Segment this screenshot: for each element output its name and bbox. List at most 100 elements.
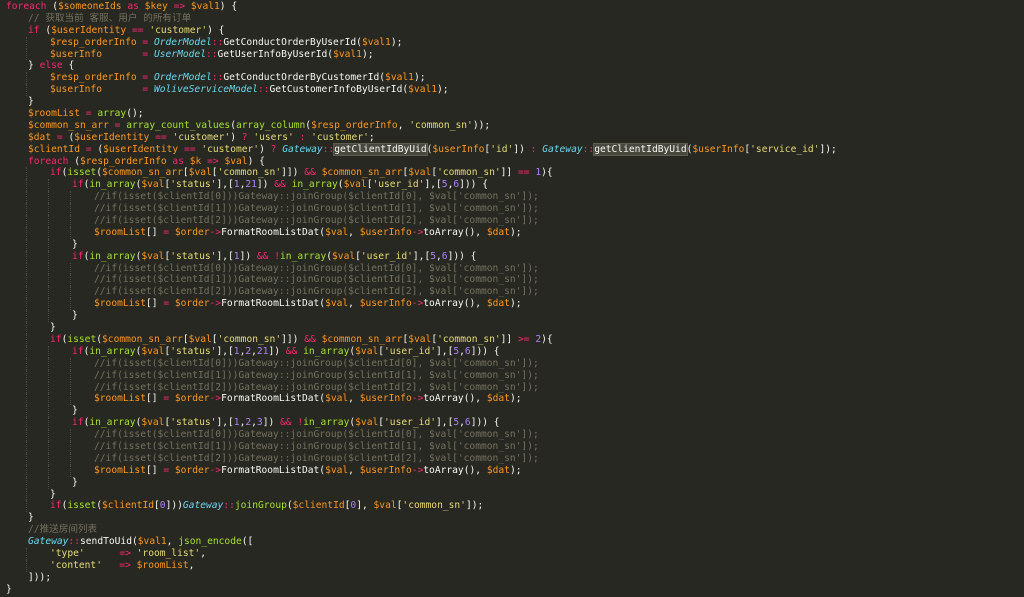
code-token: && xyxy=(304,167,316,179)
code-line[interactable]: $userInfo = WoliveServiceModel::GetCusto… xyxy=(0,84,1024,97)
code-token: $userInfo xyxy=(692,143,745,155)
code-line[interactable]: $userInfo = UserModel::GetUserInfoByUser… xyxy=(0,48,1024,61)
indent-guide xyxy=(26,488,27,501)
code-line[interactable]: foreach ($resp_orderInfo as $k => $val) … xyxy=(0,156,1024,168)
code-line[interactable]: //if(isset($clientId[1]))Gateway::joinGr… xyxy=(0,369,1024,382)
code-line[interactable]: } xyxy=(0,512,1024,524)
code-line[interactable]: $resp_orderInfo = OrderModel::GetConduct… xyxy=(0,36,1024,49)
code-line[interactable]: 'type' => 'room_list', xyxy=(0,547,1024,560)
code-token: $clientId xyxy=(28,143,80,155)
code-line[interactable]: if(isset($common_sn_arr[$val['common_sn'… xyxy=(0,167,1024,180)
code-line[interactable]: foreach ($someoneIds as $key => $val1) { xyxy=(0,1,1024,13)
code-line[interactable]: $roomList[] = $order->FormatRoomListDat(… xyxy=(0,464,1024,477)
code-token: => xyxy=(207,155,219,167)
code-line[interactable]: if(in_array($val['status'],[1,2,3]) && !… xyxy=(0,417,1024,430)
code-line[interactable]: } xyxy=(0,96,1024,108)
code-token: if xyxy=(72,417,84,429)
code-line[interactable]: if(in_array($val['status'],[1,21]) && in… xyxy=(0,179,1024,192)
indent-guide xyxy=(70,274,71,287)
code-line[interactable]: if(isset($clientId[0]))Gateway::joinGrou… xyxy=(0,500,1024,513)
code-line[interactable]: $resp_orderInfo = OrderModel::GetConduct… xyxy=(0,72,1024,85)
code-token: >= xyxy=(517,333,530,345)
code-line[interactable]: //if(isset($clientId[1]))Gateway::joinGr… xyxy=(0,440,1024,453)
code-line[interactable]: if ($userIdentity == 'customer') { xyxy=(0,25,1024,37)
code-token: getClientIdByUid xyxy=(333,142,428,156)
code-token: OrderModel xyxy=(153,72,212,84)
code-line[interactable]: //if(isset($clientId[0]))Gateway::joinGr… xyxy=(0,357,1024,370)
code-line[interactable]: $roomList[] = $order->FormatRoomListDat(… xyxy=(0,393,1024,406)
code-token: WoliveServiceModel xyxy=(153,84,258,96)
code-line[interactable]: if(in_array($val['status'],[1,2,21]) && … xyxy=(0,345,1024,358)
indent-guide xyxy=(48,393,49,406)
code-line[interactable]: //if(isset($clientId[2]))Gateway::joinGr… xyxy=(0,381,1024,394)
code-line[interactable]: //if(isset($clientId[1]))Gateway::joinGr… xyxy=(0,274,1024,287)
code-token: $common_sn_arr xyxy=(102,167,183,179)
code-line[interactable]: } else { xyxy=(0,60,1024,72)
indent-guide xyxy=(70,393,71,406)
code-line[interactable]: //推送房间列表 xyxy=(0,524,1024,536)
code-token: , xyxy=(348,226,360,238)
code-token: //if(isset($clientId[1]))Gateway::joinGr… xyxy=(94,369,539,381)
code-token: :: xyxy=(582,143,595,155)
code-token: && xyxy=(304,333,316,345)
indent-guide xyxy=(70,440,71,453)
indent-guide xyxy=(70,226,71,239)
code-line[interactable]: $common_sn_arr = array_count_values(arra… xyxy=(0,120,1024,132)
code-editor[interactable]: foreach ($someoneIds as $key => $val1) {… xyxy=(0,0,1024,597)
code-token: 'status' xyxy=(170,417,217,429)
code-token: ) xyxy=(259,143,271,155)
code-token: (); xyxy=(126,108,144,120)
code-line[interactable]: //if(isset($clientId[0]))Gateway::joinGr… xyxy=(0,429,1024,441)
code-line[interactable]: //if(isset($clientId[2]))Gateway::joinGr… xyxy=(0,452,1024,465)
code-line[interactable]: $roomList[] = $order->FormatRoomListDat(… xyxy=(0,298,1024,311)
code-line[interactable]: } xyxy=(0,405,1024,418)
code-line[interactable]: $roomList = array(); xyxy=(0,108,1024,120)
indent-guide xyxy=(48,381,49,394)
code-line[interactable]: $clientId = ($userIdentity == 'customer'… xyxy=(0,142,1024,156)
code-token: [] xyxy=(145,226,164,238)
code-token: ]) xyxy=(262,417,281,429)
code-line[interactable]: if(isset($common_sn_arr[$val['common_sn'… xyxy=(0,333,1024,346)
code-token: $val xyxy=(408,333,432,345)
code-token: $dat xyxy=(486,226,510,238)
code-token: as xyxy=(172,155,184,167)
code-token: ); xyxy=(509,298,522,310)
indent-guide xyxy=(26,274,27,287)
code-token: ]] xyxy=(500,167,518,179)
code-line[interactable]: } xyxy=(0,310,1024,323)
code-token: if xyxy=(72,179,84,191)
code-token: ]] xyxy=(500,333,518,345)
code-line[interactable]: ])); xyxy=(0,572,1024,584)
code-line[interactable]: $dat = ($userIdentity == 'customer') ? '… xyxy=(0,132,1024,144)
code-token: ){ xyxy=(541,167,553,179)
code-line[interactable]: // 获取当前 客服、用户 的所有订单 xyxy=(0,13,1024,25)
code-line[interactable]: //if(isset($clientId[1]))Gateway::joinGr… xyxy=(0,203,1024,216)
code-line[interactable]: 'content' => $roomList, xyxy=(0,559,1024,572)
code-line[interactable]: } xyxy=(0,476,1024,489)
code-token: ],[ xyxy=(436,345,454,357)
code-token: $key xyxy=(144,1,168,12)
indent-guide xyxy=(48,238,49,251)
code-token: $order xyxy=(174,298,210,310)
code-token: $clientId xyxy=(102,500,154,512)
code-token: GetConductOrderByUserId( xyxy=(223,36,362,48)
code-line[interactable]: //if(isset($clientId[0]))Gateway::joinGr… xyxy=(0,262,1024,275)
indent-guide xyxy=(48,215,49,227)
code-line[interactable]: } xyxy=(0,238,1024,251)
code-token: //if(isset($clientId[1]))Gateway::joinGr… xyxy=(94,274,539,286)
code-token: if xyxy=(50,333,62,345)
code-line[interactable]: //if(isset($clientId[0]))Gateway::joinGr… xyxy=(0,191,1024,204)
indent-guide xyxy=(26,84,27,97)
code-line[interactable]: } xyxy=(0,584,1024,596)
code-line[interactable]: } xyxy=(0,322,1024,334)
code-line[interactable]: } xyxy=(0,488,1024,501)
code-line[interactable]: //if(isset($clientId[2]))Gateway::joinGr… xyxy=(0,286,1024,299)
code-token: array_count_values xyxy=(126,119,231,131)
code-line[interactable]: $roomList[] = $order->FormatRoomListDat(… xyxy=(0,226,1024,239)
code-line[interactable]: Gateway::sendToUid($val1, json_encode([ xyxy=(0,536,1024,548)
code-line[interactable]: if(in_array($val['status'],[1]) && !in_a… xyxy=(0,250,1024,263)
code-token: 'user_id' xyxy=(372,179,425,191)
indent-guide xyxy=(48,440,49,453)
code-token: && xyxy=(280,417,292,429)
code-line[interactable]: //if(isset($clientId[2]))Gateway::joinGr… xyxy=(0,215,1024,227)
